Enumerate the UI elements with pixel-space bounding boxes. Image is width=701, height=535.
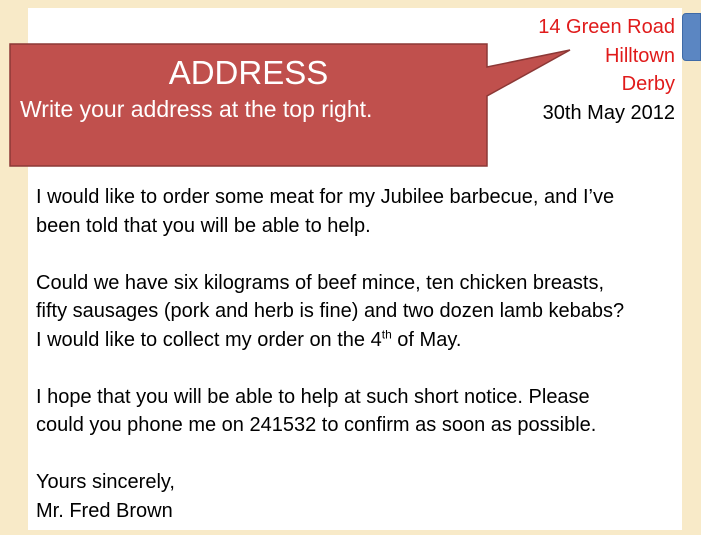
address-city: Derby xyxy=(621,73,675,95)
letter-paragraph-3: I hope that you will be able to help at … xyxy=(36,383,676,440)
paragraph-1-line-1: I would like to order some meat for my J… xyxy=(36,186,615,208)
letter-paragraph-1: I would like to order some meat for my J… xyxy=(36,183,676,240)
paragraph-2-line-3: I would like to collect my order on the … xyxy=(36,326,676,355)
paragraph-3-line-2: could you phone me on 241532 to confirm … xyxy=(36,414,597,436)
address-block: 14 Green Road Hilltown Derby 30th May 20… xyxy=(538,13,675,127)
closing: Yours sincerely, xyxy=(36,471,175,493)
letter-paragraph-2: Could we have six kilograms of beef minc… xyxy=(36,269,676,355)
ordinal-suffix: th xyxy=(381,326,392,341)
signature: Mr. Fred Brown xyxy=(36,499,173,522)
paragraph-2-line-1: Could we have six kilograms of beef minc… xyxy=(36,271,605,294)
side-tab xyxy=(682,13,701,61)
callout: ADDRESS Write your address at the top ri… xyxy=(10,53,487,124)
address-town: Hilltown xyxy=(604,44,675,67)
paragraph-2-line-3-prefix: I would like to collect my order on the … xyxy=(36,328,382,351)
callout-subtitle: Write your address at the top right. xyxy=(20,96,373,122)
paragraph-3-line-1: I hope that you will be able to help at … xyxy=(36,385,590,408)
paragraph-2-line-2: fifty sausages (pork and herb is fine) a… xyxy=(36,300,625,322)
paragraph-2-line-3-suffix: of May. xyxy=(391,328,462,351)
letter-date: 30th May 2012 xyxy=(542,101,675,124)
slide-bottom-edge xyxy=(0,530,701,535)
sign-off: Yours sincerely, Mr. Fred Brown xyxy=(36,468,676,525)
paragraph-1-line-2: been told that you will be able to help. xyxy=(36,214,371,237)
letter-body: I would like to order some meat for my J… xyxy=(36,183,676,525)
address-street: 14 Green Road xyxy=(538,16,675,38)
callout-title: ADDRESS xyxy=(168,54,329,91)
